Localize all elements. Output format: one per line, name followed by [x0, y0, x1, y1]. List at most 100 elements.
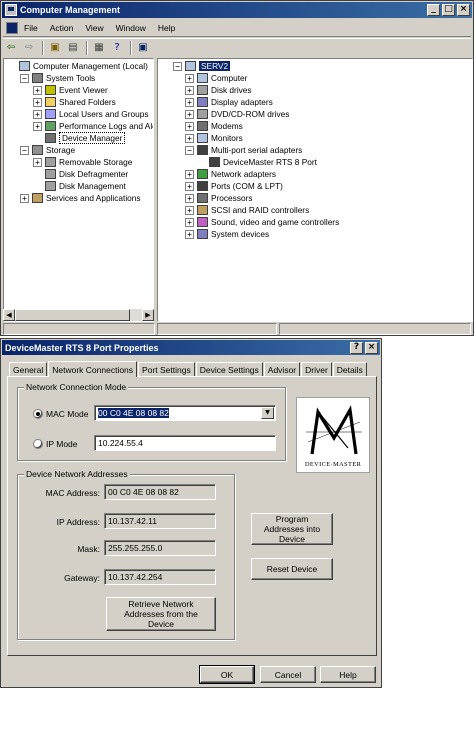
tree-item-performance-logs-and-alerts[interactable]: + Performance Logs and Alerts [33, 120, 153, 132]
cancel-button[interactable]: Cancel [260, 666, 316, 683]
collapse-icon[interactable]: − [20, 73, 29, 83]
tree-item-local-users-and-groups[interactable]: + Local Users and Groups [33, 108, 148, 120]
expand-icon[interactable]: + [185, 109, 194, 119]
expand-icon[interactable]: + [33, 109, 42, 119]
ip-mode-radio[interactable] [33, 439, 43, 449]
tree-item-serv2[interactable]: − SERV2 [173, 60, 231, 72]
scroll-right-arrow-icon[interactable]: ▶ [142, 309, 154, 321]
menu-file[interactable]: File [24, 23, 38, 33]
expand-icon[interactable]: + [185, 217, 194, 227]
tree-item-system-devices[interactable]: + System devices [185, 228, 269, 240]
menu-help[interactable]: Help [158, 23, 175, 33]
minimize-button[interactable]: _ [427, 4, 440, 16]
tree-item-network-adapters[interactable]: + Network adapters [185, 168, 276, 180]
tree-item-disk-drives[interactable]: + Disk drives [185, 84, 252, 96]
expand-icon[interactable]: + [185, 85, 194, 95]
tree-item-scsi-and-raid-controllers[interactable]: + SCSI and RAID controllers [185, 204, 309, 216]
tree-item-modems[interactable]: + Modems [185, 120, 243, 132]
ip-mode-input[interactable]: 10.224.55.4 [94, 435, 276, 451]
expand-icon[interactable]: + [185, 73, 194, 83]
expand-icon[interactable]: + [185, 133, 194, 143]
dialog-help-button[interactable]: ? [350, 342, 363, 354]
tree-item-processors[interactable]: + Processors [185, 192, 253, 204]
collapse-icon[interactable]: − [20, 145, 29, 155]
expand-icon[interactable]: + [33, 85, 42, 95]
expand-icon[interactable]: + [185, 229, 194, 239]
expand-icon[interactable]: + [185, 181, 194, 191]
logo-text: DEVICE·MASTER [304, 461, 362, 468]
forward-arrow-icon[interactable]: ⇨ [21, 41, 37, 55]
help-button[interactable]: Help [320, 666, 376, 683]
reset-device-button[interactable]: Reset Device [251, 558, 333, 580]
scrollbar-thumb[interactable] [15, 309, 130, 321]
tab-details[interactable]: Details [332, 362, 367, 376]
collapse-icon[interactable]: − [173, 61, 182, 71]
tree-item-devicemaster-rts-8-port[interactable]: DeviceMaster RTS 8 Port [197, 156, 317, 168]
tree-item-event-viewer[interactable]: + Event Viewer [33, 84, 108, 96]
tree-item-shared-folders[interactable]: + Shared Folders [33, 96, 116, 108]
dialog-title-bar[interactable]: DeviceMaster RTS 8 Port Properties ? × [2, 340, 380, 355]
tab-advisor[interactable]: Advisor [263, 362, 301, 376]
tree-item-multi-port-serial-adapters[interactable]: − Multi-port serial adapters [185, 144, 302, 156]
mac-mode-label[interactable]: MAC Mode [46, 409, 89, 419]
expand-icon[interactable]: + [33, 97, 42, 107]
scroll-left-arrow-icon[interactable]: ◀ [3, 309, 15, 321]
tab-driver[interactable]: Driver [301, 362, 332, 376]
retrieve-addresses-button[interactable]: Retrieve Network Addresses from the Devi… [106, 597, 216, 631]
expand-icon[interactable]: + [33, 157, 42, 167]
main-title-bar[interactable]: Computer Management _ □ × [2, 2, 472, 18]
tree-item-device-manager[interactable]: Device Manager [33, 132, 126, 144]
expand-icon[interactable]: + [20, 193, 29, 203]
up-folder-icon[interactable]: ▣ [47, 41, 63, 55]
tree-item-monitors[interactable]: + Monitors [185, 132, 243, 144]
tab-general[interactable]: General [9, 362, 48, 376]
expand-icon[interactable]: + [185, 169, 194, 179]
tree-item-computer[interactable]: + Computer [185, 72, 247, 84]
help-icon[interactable]: ? [109, 41, 125, 55]
tab-port-settings[interactable]: Port Settings [138, 362, 195, 376]
left-horizontal-scrollbar[interactable]: ◀ ▶ [3, 309, 154, 321]
menu-window[interactable]: Window [116, 23, 146, 33]
collapse-icon[interactable]: − [185, 145, 194, 155]
mac-mode-radio[interactable] [33, 409, 43, 419]
status-bar [3, 323, 471, 335]
device-tree-pane[interactable]: − SERV2 + Computer + Disk drives + Display adap… [157, 58, 473, 322]
menu-action[interactable]: Action [50, 23, 74, 33]
close-button[interactable]: × [457, 4, 470, 16]
expand-icon[interactable]: + [185, 121, 194, 131]
show-tree-icon[interactable]: ▤ [65, 41, 81, 55]
tree-item-display-adapters[interactable]: + Display adapters [185, 96, 273, 108]
tree-item-disk-defragmenter[interactable]: Disk Defragmenter [33, 168, 128, 180]
tab-network-connections[interactable]: Network Connections [48, 361, 138, 377]
chevron-down-icon[interactable]: ▼ [261, 407, 274, 419]
tree-item-removable-storage[interactable]: + Removable Storage [33, 156, 132, 168]
tree-item-disk-management[interactable]: Disk Management [33, 180, 126, 192]
maximize-button[interactable]: □ [442, 4, 455, 16]
tree-item-storage[interactable]: − Storage [20, 144, 75, 156]
program-addresses-button[interactable]: Program Addresses into Device [251, 513, 333, 545]
tree-item-label: SCSI and RAID controllers [211, 205, 310, 215]
tree-item-services-and-applications[interactable]: + Services and Applications [20, 192, 141, 204]
expand-icon[interactable]: + [185, 97, 194, 107]
mac-mode-dropdown[interactable]: 00 C0 4E 08 08 82 ▼ [94, 405, 276, 421]
menu-view[interactable]: View [85, 23, 103, 33]
tree-item-dvd-cd-rom-drives[interactable]: + DVD/CD-ROM drives [185, 108, 289, 120]
tree-item-sound-video-and-game-controllers[interactable]: + Sound, video and game controllers [185, 216, 339, 228]
expand-icon[interactable]: + [185, 193, 194, 203]
mmc-document-icon[interactable] [6, 21, 18, 34]
tab-device-settings[interactable]: Device Settings [195, 362, 263, 376]
expand-icon[interactable]: + [185, 205, 194, 215]
dialog-close-button[interactable]: × [365, 342, 378, 354]
back-arrow-icon[interactable]: ⇦ [3, 41, 19, 55]
ip-mode-label[interactable]: IP Mode [46, 439, 78, 449]
print-icon[interactable]: ▦ [91, 41, 107, 55]
tree-item-ports-com-lpt[interactable]: + Ports (COM & LPT) [185, 180, 283, 192]
tree-item-system-tools[interactable]: − System Tools [20, 72, 95, 84]
properties-icon[interactable]: ▣ [135, 41, 151, 55]
toolbar: ⇦ ⇨ ▣ ▤ ▦ ? ▣ [3, 38, 471, 56]
console-tree-pane[interactable]: Computer Management (Local) − System Tools… [3, 58, 154, 322]
tree-item-computer-management-local[interactable]: Computer Management (Local) [7, 60, 148, 72]
ok-button[interactable]: OK [199, 665, 255, 684]
disk-drive-icon [197, 85, 208, 95]
expand-icon[interactable]: + [33, 121, 42, 131]
